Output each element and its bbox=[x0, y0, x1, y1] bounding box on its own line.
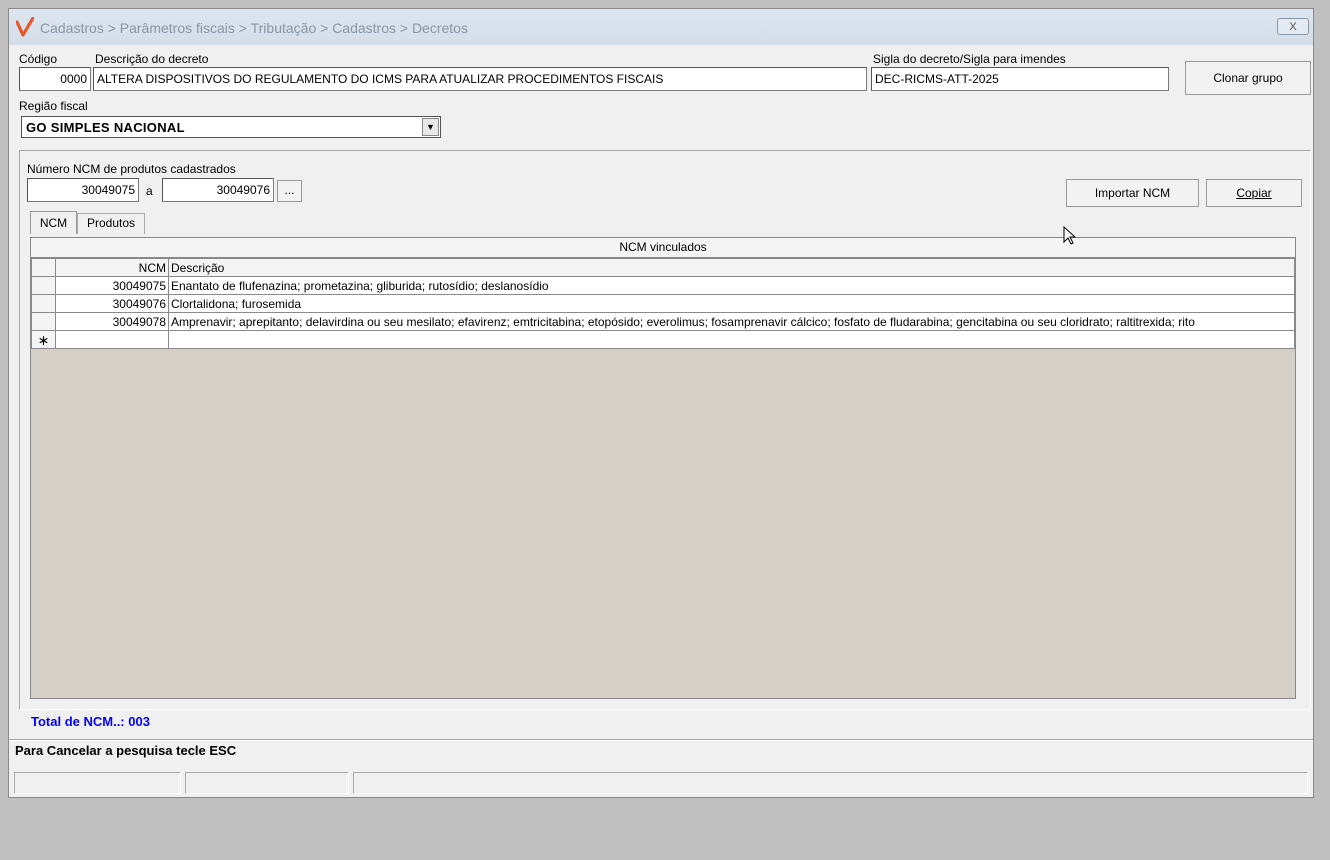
total-ncm: Total de NCM..: 003 bbox=[31, 714, 150, 729]
status-panel-2 bbox=[185, 772, 349, 794]
sigla-field[interactable]: DEC-RICMS-ATT-2025 bbox=[871, 67, 1169, 91]
title-bar: Cadastros > Parâmetros fiscais > Tributa… bbox=[9, 9, 1313, 45]
descricao-cell[interactable]: Amprenavir; aprepitanto; delavirdina ou … bbox=[168, 312, 1295, 331]
column-header-ncm[interactable]: NCM bbox=[55, 258, 169, 277]
window-title: Cadastros > Parâmetros fiscais > Tributa… bbox=[40, 20, 468, 36]
regiao-label: Região fiscal bbox=[19, 99, 88, 113]
sigla-label: Sigla do decreto/Sigla para imendes bbox=[873, 52, 1066, 66]
codigo-field[interactable]: 0000 bbox=[19, 67, 91, 91]
descricao-cell[interactable]: Clortalidona; furosemida bbox=[168, 294, 1295, 313]
ncm-to-field[interactable]: 30049076 bbox=[162, 178, 274, 202]
ncm-table: NCM Descrição 30049075 Enantato de flufe… bbox=[31, 258, 1295, 349]
descricao-field[interactable]: ALTERA DISPOSITIVOS DO REGULAMENTO DO IC… bbox=[93, 67, 867, 91]
close-button[interactable]: X bbox=[1277, 18, 1309, 35]
ncm-cell[interactable]: 30049075 bbox=[55, 276, 169, 295]
new-descricao-cell[interactable] bbox=[168, 330, 1295, 349]
regiao-value: GO SIMPLES NACIONAL bbox=[26, 120, 185, 135]
descricao-cell[interactable]: Enantato de flufenazina; prometazina; gl… bbox=[168, 276, 1295, 295]
ncm-browse-button[interactable]: ... bbox=[277, 180, 302, 202]
ncm-cell[interactable]: 30049076 bbox=[55, 294, 169, 313]
ncm-range-separator: a bbox=[146, 184, 153, 198]
table-row[interactable]: 30049076 Clortalidona; furosemida bbox=[31, 294, 1295, 313]
new-ncm-cell[interactable] bbox=[55, 330, 169, 349]
ncm-grid: NCM vinculados NCM Descrição 30049075 En… bbox=[30, 237, 1296, 699]
ncm-cell[interactable]: 30049078 bbox=[55, 312, 169, 331]
codigo-label: Código bbox=[19, 52, 58, 66]
tab-produtos[interactable]: Produtos bbox=[77, 213, 145, 234]
column-header-descricao[interactable]: Descrição bbox=[168, 258, 1295, 277]
status-message: Para Cancelar a pesquisa tecle ESC bbox=[15, 743, 237, 758]
new-row-icon[interactable]: ∗ bbox=[31, 330, 56, 349]
grid-caption: NCM vinculados bbox=[31, 238, 1295, 258]
row-selector[interactable] bbox=[31, 294, 56, 313]
tab-ncm[interactable]: NCM bbox=[30, 211, 77, 234]
ncm-from-field[interactable]: 30049075 bbox=[27, 178, 139, 202]
table-row[interactable]: 30049078 Amprenavir; aprepitanto; delavi… bbox=[31, 312, 1295, 331]
table-row[interactable]: 30049075 Enantato de flufenazina; promet… bbox=[31, 276, 1295, 295]
close-icon: X bbox=[1289, 21, 1297, 33]
copiar-button[interactable]: Copiar bbox=[1206, 179, 1302, 207]
new-row[interactable]: ∗ bbox=[31, 330, 1295, 349]
decretos-window: Cadastros > Parâmetros fiscais > Tributa… bbox=[8, 8, 1314, 798]
row-selector-header bbox=[31, 258, 56, 277]
divider bbox=[9, 739, 1313, 741]
regiao-select[interactable]: GO SIMPLES NACIONAL ▼ bbox=[21, 116, 441, 138]
importar-ncm-button[interactable]: Importar NCM bbox=[1066, 179, 1199, 207]
status-panel-3 bbox=[353, 772, 1308, 794]
table-header-row: NCM Descrição bbox=[31, 258, 1295, 277]
clonar-grupo-button[interactable]: Clonar grupo bbox=[1185, 61, 1311, 95]
ncm-filter-label: Número NCM de produtos cadastrados bbox=[27, 162, 236, 176]
mouse-cursor-icon bbox=[1063, 226, 1077, 245]
status-panel-1 bbox=[14, 772, 181, 794]
row-selector[interactable] bbox=[31, 276, 56, 295]
chevron-down-icon[interactable]: ▼ bbox=[422, 118, 439, 136]
app-logo-icon bbox=[16, 17, 34, 37]
descricao-label: Descrição do decreto bbox=[95, 52, 209, 66]
row-selector[interactable] bbox=[31, 312, 56, 331]
